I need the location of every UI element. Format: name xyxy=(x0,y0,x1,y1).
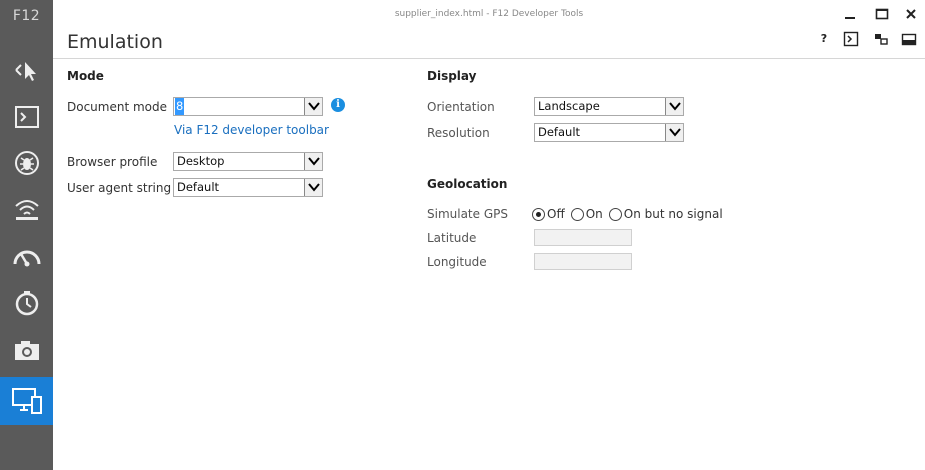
chevron-down-icon xyxy=(665,124,683,141)
orientation-value: Landscape xyxy=(538,99,600,113)
gps-off-radio[interactable]: Off xyxy=(532,207,565,221)
chevron-down-icon xyxy=(304,153,322,170)
radio-unselected-icon xyxy=(608,207,622,221)
latitude-input[interactable] xyxy=(534,229,632,246)
user-agent-select[interactable]: Default xyxy=(173,178,323,197)
gps-on-radio[interactable]: On xyxy=(570,207,603,221)
network-icon xyxy=(13,196,41,222)
chevron-down-icon xyxy=(304,98,322,115)
chevron-down-icon xyxy=(304,179,322,196)
debugger-icon xyxy=(13,149,41,177)
document-mode-value: 8 xyxy=(175,98,185,115)
ui-responsiveness-icon xyxy=(13,244,41,268)
longitude-label: Longitude xyxy=(427,255,487,269)
tool-memory[interactable] xyxy=(0,327,53,373)
resolution-select[interactable]: Default xyxy=(534,123,684,142)
gps-no-signal-radio[interactable]: On but no signal xyxy=(608,207,723,221)
longitude-input[interactable] xyxy=(534,253,632,270)
tool-emulation[interactable] xyxy=(0,377,53,425)
profiler-icon xyxy=(13,289,41,317)
console-icon xyxy=(14,105,40,129)
help-icon[interactable]: ? xyxy=(816,31,832,47)
radio-selected-icon xyxy=(532,207,545,221)
simulate-gps-label: Simulate GPS xyxy=(427,207,508,221)
console-toggle-icon[interactable] xyxy=(843,31,859,47)
browser-profile-label: Browser profile xyxy=(67,155,158,169)
dom-explorer-icon xyxy=(13,57,41,83)
panel-header: Emulation ? xyxy=(53,28,925,59)
chevron-down-icon xyxy=(665,98,683,115)
close-icon[interactable] xyxy=(904,7,918,21)
tool-sidebar: F12 xyxy=(0,0,53,470)
maximize-icon[interactable] xyxy=(875,7,889,21)
display-section-title: Display xyxy=(427,69,477,83)
f12-label: F12 xyxy=(12,8,41,24)
browser-profile-value: Desktop xyxy=(177,154,225,168)
window-title: supplier_index.html - F12 Developer Tool… xyxy=(394,9,584,19)
tool-debugger[interactable] xyxy=(0,140,53,186)
document-mode-label: Document mode xyxy=(67,100,168,114)
orientation-select[interactable]: Landscape xyxy=(534,97,684,116)
via-f12-toolbar-link[interactable]: Via F12 developer toolbar xyxy=(174,123,329,137)
user-agent-label: User agent string xyxy=(67,181,172,195)
gps-on-label: On xyxy=(585,207,603,221)
title-bar: supplier_index.html - F12 Developer Tool… xyxy=(53,0,925,28)
gps-off-label: Off xyxy=(547,207,565,221)
page-title: Emulation xyxy=(67,31,163,53)
tool-console[interactable] xyxy=(0,94,53,140)
mode-section-title: Mode xyxy=(67,69,104,83)
resolution-value: Default xyxy=(538,125,581,139)
info-icon[interactable]: i xyxy=(331,98,345,112)
browser-profile-select[interactable]: Desktop xyxy=(173,152,323,171)
latitude-label: Latitude xyxy=(427,231,477,245)
user-agent-value: Default xyxy=(177,180,220,194)
gps-no-signal-label: On but no signal xyxy=(623,207,723,221)
memory-icon xyxy=(13,338,41,362)
document-mode-select[interactable]: 8 xyxy=(173,97,323,116)
tool-network[interactable] xyxy=(0,186,53,232)
tool-ui-responsiveness[interactable] xyxy=(0,233,53,279)
tool-profiler[interactable] xyxy=(0,280,53,326)
undock-icon[interactable] xyxy=(873,31,889,47)
tool-dom-explorer[interactable] xyxy=(0,47,53,93)
simulate-gps-radio-group: Off On On but no signal xyxy=(532,207,729,221)
radio-unselected-icon xyxy=(570,207,584,221)
geolocation-section-title: Geolocation xyxy=(427,177,508,191)
emulation-icon xyxy=(11,386,43,416)
resolution-label: Resolution xyxy=(427,126,490,140)
orientation-label: Orientation xyxy=(427,100,495,114)
minimize-icon[interactable] xyxy=(843,7,857,21)
dock-bottom-icon[interactable] xyxy=(901,31,917,47)
